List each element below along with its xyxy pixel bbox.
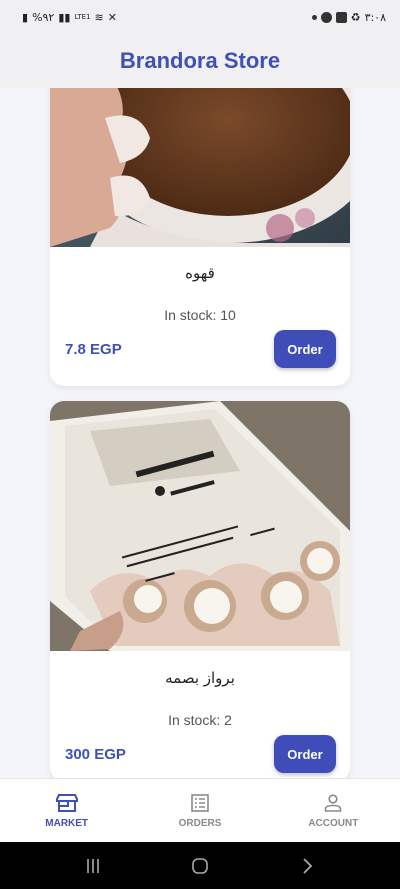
- nav-item-market[interactable]: MARKET: [0, 779, 133, 842]
- status-bar: ▮ %٩٢ ▮▮ LTE1 ≋ ✕ ♻ ٣:٠٨: [0, 0, 400, 34]
- home-icon[interactable]: [190, 856, 210, 876]
- clock: ٣:٠٨: [364, 10, 386, 24]
- nav-label-account: ACCOUNT: [308, 817, 359, 829]
- list-icon: [191, 793, 209, 812]
- stock-label: In stock: 10: [164, 307, 236, 323]
- back-icon[interactable]: [298, 857, 316, 875]
- app-header: Brandora Store: [0, 34, 400, 88]
- order-button[interactable]: Order: [274, 735, 336, 773]
- recent-apps-icon[interactable]: [84, 857, 102, 875]
- wifi-icon: ≋: [94, 10, 104, 24]
- signal-icon: ▮▮: [58, 10, 71, 24]
- notification-dot-icon: [311, 14, 317, 20]
- store-icon: [55, 793, 78, 812]
- battery-text: %٩٢: [32, 10, 55, 24]
- stock-label: In stock: 2: [168, 712, 232, 728]
- nav-label-market: MARKET: [45, 817, 89, 829]
- product-image-frame: [50, 401, 350, 651]
- nav-item-account[interactable]: ACCOUNT: [267, 779, 400, 842]
- product-card: برواز بصمه In stock: 2 300 EGP Order: [50, 401, 350, 778]
- system-navigation-bar: [0, 842, 400, 889]
- network-label: LTE1: [74, 12, 91, 21]
- gallery-icon: [335, 11, 347, 23]
- battery-icon: ▮: [22, 10, 29, 24]
- product-image-coffee: [50, 88, 350, 247]
- product-name: قهوه: [185, 264, 215, 282]
- product-list[interactable]: قهوه In stock: 10 7.8 EGP Order برواز بص…: [0, 88, 400, 778]
- order-button[interactable]: Order: [274, 330, 336, 368]
- price-label: 7.8 EGP: [65, 341, 122, 358]
- price-label: 300 EGP: [65, 746, 126, 763]
- nav-label-orders: ORDERS: [178, 817, 222, 829]
- bottom-navigation: MARKET ORDERS ACCOUNT: [0, 778, 400, 842]
- product-name: برواز بصمه: [165, 669, 235, 687]
- facebook-icon: [320, 11, 332, 23]
- nav-item-orders[interactable]: ORDERS: [133, 779, 266, 842]
- product-card: قهوه In stock: 10 7.8 EGP Order: [50, 88, 350, 386]
- sync-icon: ♻: [350, 10, 361, 24]
- mute-icon: ✕: [107, 10, 117, 24]
- page-title: Brandora Store: [119, 48, 281, 73]
- status-left: ▮ %٩٢ ▮▮ LTE1 ≋ ✕: [22, 11, 117, 24]
- person-icon: [325, 793, 342, 812]
- status-right: ♻ ٣:٠٨: [311, 10, 386, 24]
